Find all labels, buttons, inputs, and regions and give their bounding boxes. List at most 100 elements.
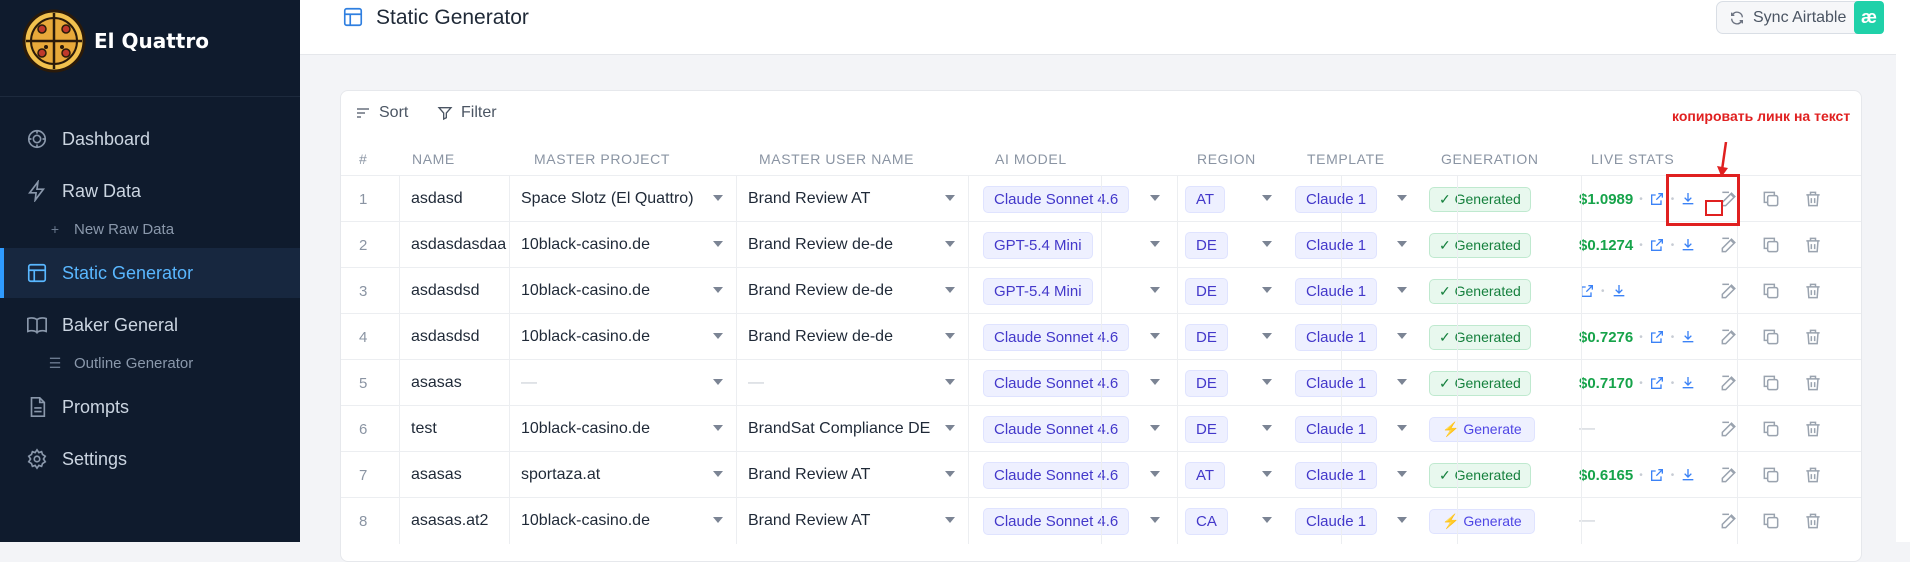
table-row[interactable]: 1 asdasd Space Slotz (El Quattro) Brand Rev… — [341, 175, 1861, 222]
ai-model-select[interactable]: GPT-5.4 Mini — [983, 231, 1093, 259]
row-name[interactable]: asdasdsd — [411, 268, 480, 314]
ai-model-select[interactable]: Claude Sonnet 4.6 — [983, 323, 1130, 351]
generate-button[interactable]: ⚡ Generate — [1429, 508, 1535, 534]
edit-icon[interactable] — [1719, 281, 1739, 301]
chevron-down-icon[interactable] — [1262, 333, 1272, 339]
duplicate-icon[interactable] — [1761, 465, 1781, 485]
edit-icon[interactable] — [1719, 235, 1739, 255]
chevron-down-icon[interactable] — [1150, 425, 1160, 431]
chevron-down-icon[interactable] — [713, 517, 723, 523]
chevron-down-icon[interactable] — [713, 195, 723, 201]
external-link-icon[interactable] — [1649, 237, 1665, 253]
sidebar-item-prompts[interactable]: Prompts — [0, 382, 300, 432]
chevron-down-icon[interactable] — [945, 287, 955, 293]
chevron-down-icon[interactable] — [713, 241, 723, 247]
download-icon[interactable] — [1611, 283, 1627, 299]
chevron-down-icon[interactable] — [945, 425, 955, 431]
chevron-down-icon[interactable] — [1150, 195, 1160, 201]
external-link-icon[interactable] — [1649, 375, 1665, 391]
chevron-down-icon[interactable] — [1262, 195, 1272, 201]
download-icon[interactable] — [1680, 237, 1696, 253]
ai-model-select[interactable]: GPT-5.4 Mini — [983, 277, 1093, 305]
external-link-icon[interactable] — [1649, 467, 1665, 483]
chevron-down-icon[interactable] — [945, 517, 955, 523]
column-header-region[interactable]: REGION — [1197, 151, 1256, 167]
chevron-down-icon[interactable] — [945, 379, 955, 385]
chevron-down-icon[interactable] — [1150, 471, 1160, 477]
chevron-down-icon[interactable] — [713, 425, 723, 431]
row-name[interactable]: asasas — [411, 452, 462, 498]
region-select[interactable]: DE — [1185, 415, 1228, 443]
master-project-select[interactable]: 10black-casino.de — [521, 268, 650, 314]
region-select[interactable]: DE — [1185, 277, 1228, 305]
region-select[interactable]: DE — [1185, 231, 1228, 259]
region-select[interactable]: AT — [1185, 461, 1226, 489]
duplicate-icon[interactable] — [1761, 419, 1781, 439]
template-select[interactable]: Claude 1 — [1295, 461, 1378, 489]
template-select[interactable]: Claude 1 — [1295, 277, 1378, 305]
table-row[interactable]: 6 test 10black-casino.de BrandSat Complianc… — [341, 405, 1861, 452]
edit-icon[interactable] — [1719, 511, 1739, 531]
chevron-down-icon[interactable] — [1397, 287, 1407, 293]
master-project-select[interactable]: 10black-casino.de — [521, 222, 650, 268]
master-user-select[interactable]: — — [748, 360, 764, 406]
master-project-select[interactable]: 10black-casino.de — [521, 498, 650, 544]
chevron-down-icon[interactable] — [1397, 379, 1407, 385]
master-project-select[interactable]: sportaza.at — [521, 452, 600, 498]
row-name[interactable]: asasas — [411, 360, 462, 406]
ai-model-select[interactable]: Claude Sonnet 4.6 — [983, 185, 1130, 213]
edit-icon[interactable] — [1719, 419, 1739, 439]
table-row[interactable]: 4 asdasdsd 10black-casino.de Brand Review d… — [341, 313, 1861, 360]
ai-model-select[interactable]: Claude Sonnet 4.6 — [983, 507, 1130, 535]
ai-model-select[interactable]: Claude Sonnet 4.6 — [983, 369, 1130, 397]
column-header-template[interactable]: TEMPLATE — [1307, 151, 1385, 167]
row-name[interactable]: asdasdasdaa — [411, 222, 506, 268]
delete-icon[interactable] — [1803, 511, 1823, 531]
delete-icon[interactable] — [1803, 235, 1823, 255]
chevron-down-icon[interactable] — [945, 333, 955, 339]
master-user-select[interactable]: Brand Review de-de — [748, 314, 893, 360]
delete-icon[interactable] — [1803, 189, 1823, 209]
download-icon[interactable] — [1680, 329, 1696, 345]
chevron-down-icon[interactable] — [1150, 333, 1160, 339]
duplicate-icon[interactable] — [1761, 281, 1781, 301]
sidebar-item-dashboard[interactable]: Dashboard — [0, 114, 300, 164]
region-select[interactable]: CA — [1185, 507, 1228, 535]
edit-icon[interactable] — [1719, 327, 1739, 347]
region-select[interactable]: AT — [1185, 185, 1226, 213]
master-project-select[interactable]: — — [521, 360, 537, 406]
download-icon[interactable] — [1680, 375, 1696, 391]
master-user-select[interactable]: Brand Review AT — [748, 452, 870, 498]
row-name[interactable]: test — [411, 406, 437, 452]
template-select[interactable]: Claude 1 — [1295, 507, 1378, 535]
chevron-down-icon[interactable] — [1262, 517, 1272, 523]
delete-icon[interactable] — [1803, 419, 1823, 439]
chevron-down-icon[interactable] — [1262, 471, 1272, 477]
chevron-down-icon[interactable] — [1150, 287, 1160, 293]
table-row[interactable]: 8 asasas.at2 10black-casino.de Brand Review… — [341, 497, 1861, 544]
chevron-down-icon[interactable] — [1397, 195, 1407, 201]
brand[interactable]: El Quattro — [22, 9, 209, 73]
row-name[interactable]: asdasdsd — [411, 314, 480, 360]
template-select[interactable]: Claude 1 — [1295, 369, 1378, 397]
column-header-master-project[interactable]: MASTER PROJECT — [534, 151, 670, 167]
sort-button[interactable]: Sort — [355, 104, 408, 122]
chevron-down-icon[interactable] — [1262, 425, 1272, 431]
chevron-down-icon[interactable] — [713, 379, 723, 385]
master-project-select[interactable]: Space Slotz (El Quattro) — [521, 176, 694, 222]
duplicate-icon[interactable] — [1761, 327, 1781, 347]
chevron-down-icon[interactable] — [1262, 379, 1272, 385]
ai-model-select[interactable]: Claude Sonnet 4.6 — [983, 415, 1130, 443]
filter-button[interactable]: Filter — [437, 104, 497, 122]
duplicate-icon[interactable] — [1761, 235, 1781, 255]
chevron-down-icon[interactable] — [1397, 241, 1407, 247]
template-select[interactable]: Claude 1 — [1295, 323, 1378, 351]
delete-icon[interactable] — [1803, 327, 1823, 347]
chevron-down-icon[interactable] — [1397, 471, 1407, 477]
template-select[interactable]: Claude 1 — [1295, 415, 1378, 443]
delete-icon[interactable] — [1803, 281, 1823, 301]
sync-airtable-button[interactable]: Sync Airtable æ — [1716, 1, 1884, 34]
master-user-select[interactable]: BrandSat Compliance DE — [748, 406, 930, 452]
master-user-select[interactable]: Brand Review de-de — [748, 268, 893, 314]
delete-icon[interactable] — [1803, 465, 1823, 485]
